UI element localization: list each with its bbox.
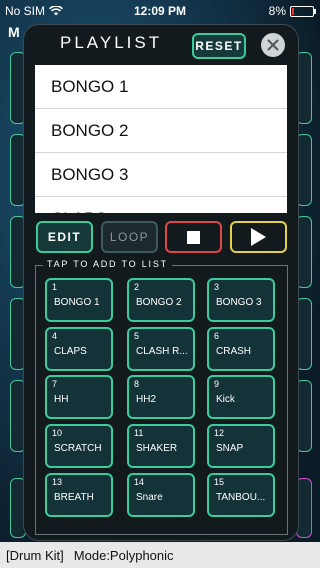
sound-pad[interactable]: 15 TANBOU... [207,473,275,517]
battery-percent: 8% [268,4,286,18]
status-footer: [Drum Kit] Mode:Polyphonic [0,542,320,568]
loop-button[interactable]: LOOP [101,221,158,253]
pad-number: 3 [214,282,220,292]
edit-button[interactable]: EDIT [36,221,93,253]
kit-label: [Drum Kit] [6,547,64,563]
mode-label: Mode:Polyphonic [73,547,174,563]
add-section-label: TAP TO ADD TO LIST [43,259,172,269]
background-title: M [8,24,20,40]
pad-label: HH [54,394,69,405]
sound-pad[interactable]: 10 SCRATCH [45,424,113,468]
pad-label: BONGO 3 [216,297,262,308]
play-button[interactable] [230,221,287,253]
playlist-item[interactable]: BONGO 2 [35,109,287,153]
pad-number: 11 [134,428,144,438]
pad-label: Snare [136,492,163,503]
playlist-item[interactable]: BONGO 3 [35,153,287,197]
sound-pad[interactable]: 6 CRASH [207,327,275,371]
pad-number: 2 [134,282,140,292]
sound-pad[interactable]: 5 CLASH R... [127,327,195,371]
pad-number: 7 [52,379,58,389]
sound-pad[interactable]: 9 Kick [207,375,275,419]
playlist-title: PLAYLIST [60,33,163,52]
stop-button[interactable] [165,221,222,253]
pad-number: 12 [214,428,225,438]
pad-label: HH2 [136,394,157,405]
reset-button[interactable]: RESET [192,33,246,59]
sound-pad[interactable]: 3 BONGO 3 [207,278,275,322]
close-button[interactable] [261,33,285,57]
pad-number: 6 [214,331,220,341]
pad-label: CLAPS [54,346,87,357]
pad-number: 14 [134,477,145,487]
pad-number: 10 [52,428,63,438]
pad-label: CRASH [216,346,252,357]
pad-label: BONGO 1 [54,297,100,308]
play-icon [251,228,266,246]
sound-pad[interactable]: 14 Snare [127,473,195,517]
sound-pad[interactable]: 1 BONGO 1 [45,278,113,322]
pad-number: 4 [52,331,58,341]
sound-pad[interactable]: 12 SNAP [207,424,275,468]
pad-number: 5 [134,331,140,341]
pad-number: 15 [214,477,225,487]
status-bar: No SIM 12:09 PM 8% [0,0,320,20]
playlist-item[interactable]: BONGO 1 [35,65,287,109]
sound-pad[interactable]: 8 HH2 [127,375,195,419]
pad-label: BREATH [54,492,94,503]
battery-icon [290,5,316,17]
pad-label: CLASH R... [136,346,188,357]
sound-pad[interactable]: 2 BONGO 2 [127,278,195,322]
sound-pad[interactable]: 7 HH [45,375,113,419]
pad-label: SNAP [216,443,244,454]
pad-label: BONGO 2 [136,297,182,308]
pad-number: 9 [214,379,220,389]
playlist-item[interactable]: CLAPS [35,197,287,213]
close-icon [267,39,279,51]
sound-pad[interactable]: 13 BREATH [45,473,113,517]
sound-pad[interactable]: 11 SHAKER [127,424,195,468]
pad-label: SHAKER [136,443,178,454]
pad-label: TANBOU... [216,492,266,503]
playlist-modal: PLAYLIST RESET BONGO 1 BONGO 2 BONGO 3 C… [23,24,299,541]
playlist-list[interactable]: BONGO 1 BONGO 2 BONGO 3 CLAPS [35,65,287,213]
pad-label: SCRATCH [54,443,102,454]
sound-pad[interactable]: 4 CLAPS [45,327,113,371]
pad-label: Kick [216,394,235,405]
stop-icon [187,230,200,244]
pad-number: 8 [134,379,140,389]
pad-number: 1 [52,282,58,292]
pad-number: 13 [52,477,63,487]
